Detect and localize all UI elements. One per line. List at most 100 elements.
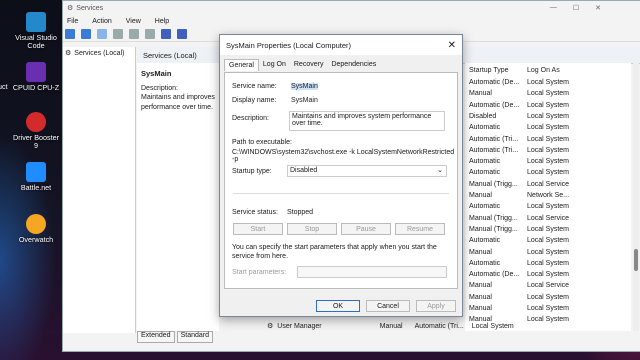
startup-type-cell: Manual xyxy=(469,305,492,312)
display-name-label: Display name: xyxy=(232,97,277,104)
tab-log-on[interactable]: Log On xyxy=(259,59,290,71)
driver-booster-shortcut[interactable]: Driver Booster 9 xyxy=(12,112,60,151)
table-row[interactable]: Automatic Local System xyxy=(469,169,569,180)
startup-type-cell: Automatic xyxy=(469,259,501,267)
user-manager-startup: Automatic (Tri... xyxy=(414,322,464,330)
cancel-button[interactable]: Cancel xyxy=(366,300,410,312)
log-on-as-cell: Local System xyxy=(527,248,570,256)
table-row[interactable]: Manual (Trigg... Local Service xyxy=(469,215,569,226)
start-parameters-note: You can specify the start parameters tha… xyxy=(232,244,437,261)
tab-recovery[interactable]: Recovery xyxy=(290,59,328,71)
log-on-as-cell: Local System xyxy=(527,158,570,166)
view-tabs: Extended Standard xyxy=(137,331,214,343)
table-row[interactable]: Automatic (Tri... Local System xyxy=(469,136,569,147)
battlenet-shortcut[interactable]: Battle.net xyxy=(12,162,60,192)
table-row[interactable]: Manual (Trigg... Local Service xyxy=(469,181,569,192)
properties-dialog: SysMain Properties (Local Computer) ✕ Ge… xyxy=(219,34,463,317)
vertical-scrollbar[interactable] xyxy=(633,63,639,331)
tree-item-services-local[interactable]: ⚙ Services (Local) xyxy=(63,47,135,59)
log-on-as-cell: Local Service xyxy=(527,180,570,188)
column-startup-type[interactable]: Startup Type xyxy=(469,67,509,74)
refresh-icon[interactable] xyxy=(129,29,139,39)
log-on-as-cell: Local System xyxy=(527,259,570,267)
startup-type-cell: Automatic (Tri... xyxy=(469,146,519,154)
description-field[interactable]: Maintains and improves system performanc… xyxy=(289,111,445,131)
table-row[interactable]: Manual Local System xyxy=(469,305,569,316)
tab-standard[interactable]: Standard xyxy=(176,331,214,343)
menu-help[interactable]: Help xyxy=(155,18,169,25)
tab-general[interactable]: General xyxy=(224,59,259,71)
start-parameters-label: Start parameters: xyxy=(232,269,287,276)
log-on-as-cell: Local System xyxy=(527,124,570,132)
close-icon[interactable]: ✕ xyxy=(448,40,456,51)
startup-type-cell: Automatic xyxy=(469,124,501,132)
export-icon[interactable] xyxy=(145,29,155,39)
path-label: Path to executable: xyxy=(232,139,292,146)
log-on-as-cell: Local Service xyxy=(527,282,570,290)
tab-dependencies[interactable]: Dependencies xyxy=(327,59,380,71)
driver-booster-label: Driver Booster 9 xyxy=(13,133,59,151)
startup-type-cell: Manual (Trigg... xyxy=(469,214,518,222)
extended-description-pane: SysMain Description: Maintains and impro… xyxy=(137,63,219,331)
startup-type-cell: Manual xyxy=(469,293,492,301)
table-row[interactable]: Manual Local System xyxy=(469,294,569,305)
help-icon[interactable] xyxy=(161,29,171,39)
minimize-button[interactable]: — xyxy=(550,4,557,12)
divider xyxy=(233,193,449,194)
vscode-shortcut[interactable]: Visual Studio Code xyxy=(12,12,60,51)
maximize-button[interactable]: ☐ xyxy=(573,4,579,12)
stop-button[interactable]: Stop xyxy=(287,223,337,235)
table-row[interactable]: Automatic (De... Local System xyxy=(469,271,569,282)
table-row[interactable]: Automatic (Tri... Local System xyxy=(469,147,569,158)
table-row[interactable]: Automatic (De... Local System xyxy=(469,102,569,113)
startup-type-cell: Disabled xyxy=(469,112,497,120)
gear-icon: ⚙ xyxy=(65,50,72,57)
cpuz-shortcut[interactable]: CPUID CPU-Z xyxy=(12,62,60,92)
menu-action[interactable]: Action xyxy=(92,18,111,25)
table-row[interactable]: Manual (Trigg... Local System xyxy=(469,226,569,237)
table-row-user-manager[interactable]: ⚙ User Manager Manual Automatic (Tri... … xyxy=(267,322,514,331)
startup-type-cell: Automatic xyxy=(469,169,501,177)
resume-button[interactable]: Resume xyxy=(395,223,445,235)
forward-icon[interactable] xyxy=(81,29,91,39)
column-log-on-as[interactable]: Log On As xyxy=(527,67,560,74)
pause-button[interactable]: Pause xyxy=(341,223,391,235)
startup-type-value: Disabled xyxy=(290,167,318,174)
ok-button[interactable]: OK xyxy=(316,300,360,312)
cpuz-icon xyxy=(26,62,46,82)
menu-file[interactable]: File xyxy=(67,18,78,25)
dialog-tabs: General Log On Recovery Dependencies xyxy=(224,59,380,71)
start-button[interactable]: Start xyxy=(233,223,283,235)
close-button[interactable]: ✕ xyxy=(595,4,601,12)
services-list: Startup Type Log On As Automatic (De... L… xyxy=(465,63,631,331)
table-row[interactable]: Manual Local System xyxy=(469,249,569,260)
console-tree: ⚙ Services (Local) xyxy=(63,47,136,333)
menu-view[interactable]: View xyxy=(126,18,141,25)
display-name-field[interactable]: SysMain xyxy=(291,97,318,104)
tab-extended[interactable]: Extended xyxy=(137,331,175,343)
properties-icon[interactable] xyxy=(177,29,187,39)
table-row[interactable]: Automatic (De... Local System xyxy=(469,79,569,90)
overwatch-shortcut[interactable]: Overwatch xyxy=(12,214,60,244)
service-name-value[interactable]: SysMain xyxy=(291,83,318,90)
table-row[interactable]: Automatic Local System xyxy=(469,203,569,214)
table-row[interactable]: Automatic Local System xyxy=(469,260,569,271)
table-row[interactable]: Disabled Local System xyxy=(469,113,569,124)
startup-type-select[interactable]: Disabled ⌄ xyxy=(287,165,447,177)
scrollbar-thumb[interactable] xyxy=(634,249,638,271)
table-row[interactable]: Automatic Local System xyxy=(469,237,569,248)
table-row[interactable]: Manual Local System xyxy=(469,90,569,101)
list-icon[interactable] xyxy=(113,29,123,39)
overwatch-label: Overwatch xyxy=(18,235,54,244)
start-parameters-input[interactable] xyxy=(297,266,447,278)
back-icon[interactable] xyxy=(65,29,75,39)
log-on-as-cell: Local System xyxy=(527,293,570,301)
table-row[interactable]: Manual Network Se... xyxy=(469,192,569,203)
startup-type-cell: Manual xyxy=(469,90,492,98)
console-tree-icon[interactable] xyxy=(97,29,107,39)
table-row[interactable]: Manual Local Service xyxy=(469,282,569,293)
user-manager-logon: Local System xyxy=(471,322,514,330)
table-row[interactable]: Automatic Local System xyxy=(469,158,569,169)
apply-button[interactable]: Apply xyxy=(416,300,456,312)
table-row[interactable]: Automatic Local System xyxy=(469,124,569,135)
